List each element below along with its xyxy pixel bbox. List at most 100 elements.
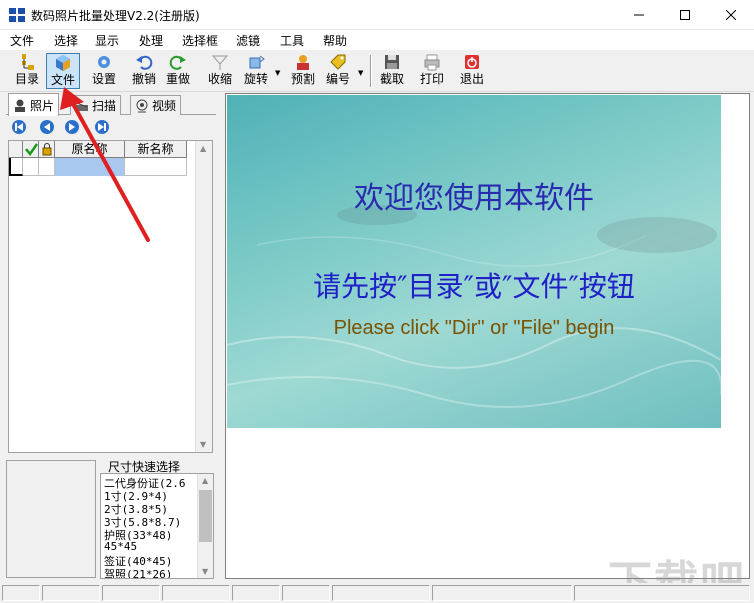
size-list-scrollbar[interactable]: ▲ ▼ <box>197 474 213 578</box>
title-bar: 数码照片批量处理V2.2(注册版) <box>0 0 754 30</box>
gear-icon <box>98 56 110 68</box>
row-indicator <box>9 158 23 176</box>
status-cell <box>282 585 330 601</box>
exit-button[interactable]: 退出 <box>456 53 488 89</box>
row-original-name-cell[interactable] <box>55 158 125 176</box>
scroll-up-icon[interactable]: ▲ <box>200 144 206 153</box>
menu-file[interactable]: 文件 <box>10 32 34 49</box>
app-icon <box>9 8 25 22</box>
header-original-name[interactable]: 原名称 <box>55 141 125 158</box>
water-caustics-image <box>227 205 721 408</box>
scroll-down-icon[interactable]: ▼ <box>200 440 206 449</box>
status-cell <box>162 585 230 601</box>
menu-help[interactable]: 帮助 <box>323 32 347 49</box>
first-icon <box>15 123 23 131</box>
menu-process[interactable]: 处理 <box>139 32 163 49</box>
left-panel: 照片 扫描 视频 原名称 新名称 ▲ ▼ <box>6 93 216 455</box>
dir-button[interactable]: 目录 <box>10 53 44 89</box>
tag-number-icon <box>330 54 346 70</box>
welcome-photo: 欢迎您使用本软件 请先按″目录″或″文件″按钮 Please click "Di… <box>227 95 721 428</box>
webcam-icon <box>136 99 148 112</box>
list-item[interactable]: 驾照(21*26) <box>104 566 172 578</box>
save-disk-icon <box>385 55 399 69</box>
status-bar <box>0 583 754 603</box>
scroll-down-icon[interactable]: ▼ <box>202 567 208 576</box>
rotate-button[interactable]: 旋转 <box>240 53 272 89</box>
previous-button[interactable] <box>40 120 54 134</box>
grid-header: 原名称 新名称 <box>9 141 187 158</box>
scanner-icon <box>76 102 88 111</box>
image-view[interactable]: 欢迎您使用本软件 请先按″目录″或″文件″按钮 Please click "Di… <box>225 93 750 579</box>
size-list[interactable]: 二代身份证(2.6 1寸(2.9*4) 2寸(3.8*5) 3寸(5.8*8.7… <box>100 473 214 579</box>
window-title: 数码照片批量处理V2.2(注册版) <box>31 9 200 23</box>
redo-button[interactable]: 重做 <box>162 53 194 89</box>
list-item[interactable]: 45*45 <box>104 540 137 553</box>
minimize-icon <box>634 14 644 16</box>
table-row[interactable] <box>9 158 187 176</box>
scrollbar-thumb[interactable] <box>199 490 212 542</box>
cube-file-icon <box>56 55 70 71</box>
printer-icon <box>424 54 440 71</box>
header-new-name[interactable]: 新名称 <box>125 141 187 158</box>
close-button[interactable] <box>708 0 754 30</box>
row-new-name-cell[interactable] <box>125 158 187 176</box>
status-cell <box>332 585 430 601</box>
toolbar: 目录 文件 设置 撤销 重做 收缩 旋转 ▼ 预割 编号 ▼ 截取 打印 退出 <box>0 50 754 92</box>
undo-button[interactable]: 撤销 <box>128 53 160 89</box>
checkmark-icon <box>24 143 38 157</box>
redo-icon <box>169 55 186 70</box>
minimize-button[interactable] <box>616 0 662 30</box>
folder-tree-icon <box>22 54 34 70</box>
header-check[interactable] <box>23 141 39 158</box>
row-lock-cell[interactable] <box>39 158 55 176</box>
tab-photo[interactable]: 照片 <box>8 93 60 116</box>
status-cell <box>432 585 572 601</box>
number-button[interactable]: 编号 <box>323 53 353 89</box>
scroll-up-icon[interactable]: ▲ <box>202 476 208 485</box>
header-indicator <box>9 141 23 158</box>
preset-crop-button[interactable]: 预割 <box>288 53 318 89</box>
status-cell <box>232 585 280 601</box>
number-dropdown-arrow[interactable]: ▼ <box>358 69 363 77</box>
previous-icon <box>44 123 50 131</box>
menu-tools[interactable]: 工具 <box>280 32 304 49</box>
header-lock[interactable] <box>39 141 55 158</box>
settings-button[interactable]: 设置 <box>88 53 120 89</box>
size-quick-select: 尺寸快速选择 二代身份证(2.6 1寸(2.9*4) 2寸(3.8*5) 3寸(… <box>100 458 216 580</box>
tab-video[interactable]: 视频 <box>130 95 182 115</box>
row-check-cell[interactable] <box>23 158 39 176</box>
welcome-english: Please click "Dir" or "File" begin <box>333 317 615 339</box>
welcome-instruction: 请先按″目录″或″文件″按钮 <box>313 270 635 303</box>
thumbnail-preview <box>6 460 96 578</box>
camera-person-icon <box>15 99 25 112</box>
file-grid[interactable]: 原名称 新名称 ▲ ▼ <box>8 140 213 453</box>
first-button[interactable] <box>12 120 26 134</box>
grid-vertical-scrollbar[interactable]: ▲ ▼ <box>195 141 212 452</box>
welcome-heading: 欢迎您使用本软件 <box>354 181 594 216</box>
last-button[interactable] <box>95 120 109 134</box>
maximize-button[interactable] <box>662 0 708 30</box>
menu-filter[interactable]: 滤镜 <box>236 32 260 49</box>
next-icon <box>69 123 75 131</box>
toolbar-separator <box>370 55 372 87</box>
shrink-button[interactable]: 收缩 <box>204 53 236 89</box>
next-button[interactable] <box>65 120 79 134</box>
menu-bar: 文件 选择 显示 处理 选择框 滤镜 工具 帮助 <box>0 30 754 50</box>
close-icon <box>726 10 736 20</box>
menu-view[interactable]: 显示 <box>95 32 119 49</box>
lock-icon <box>42 143 51 156</box>
capture-button[interactable]: 截取 <box>376 53 408 89</box>
status-cell <box>574 585 750 601</box>
rotate-dropdown-arrow[interactable]: ▼ <box>275 69 280 77</box>
exit-icon <box>465 55 479 69</box>
undo-icon <box>136 55 153 70</box>
shrink-icon <box>211 55 229 70</box>
last-icon <box>98 123 106 131</box>
status-cell <box>42 585 100 601</box>
maximize-icon <box>680 10 690 20</box>
menu-selection-box[interactable]: 选择框 <box>182 32 218 49</box>
tab-scan[interactable]: 扫描 <box>70 95 122 115</box>
file-button[interactable]: 文件 <box>46 53 80 89</box>
menu-select[interactable]: 选择 <box>54 32 78 49</box>
print-button[interactable]: 打印 <box>416 53 448 89</box>
